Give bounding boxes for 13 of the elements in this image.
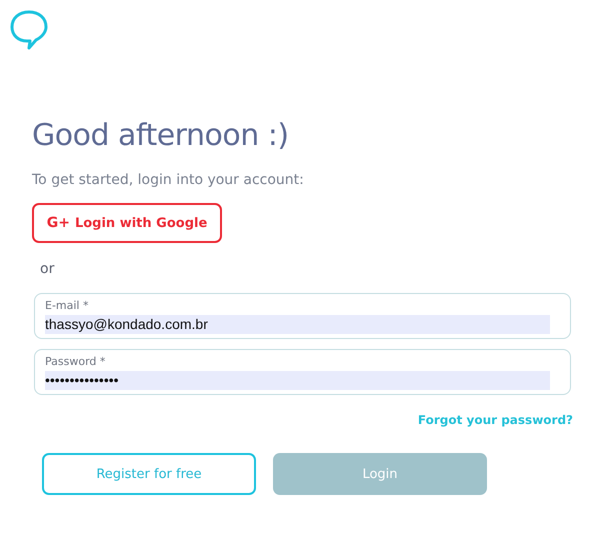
register-button[interactable]: Register for free: [42, 453, 256, 495]
google-login-button[interactable]: G+ Login with Google: [32, 203, 222, 243]
field-value: •••••••••••••••: [45, 371, 550, 390]
field-value: thassyo@kondado.com.br: [45, 315, 550, 334]
field-label: E-mail *: [45, 299, 88, 313]
input-field[interactable]: Password * •••••••••••••••: [34, 349, 571, 395]
forgot-password-link[interactable]: Forgot your password?: [418, 413, 573, 427]
or-separator: or: [40, 260, 54, 279]
field-label: Password *: [45, 355, 106, 369]
speech-bubble-logo: [10, 10, 48, 50]
greeting-heading: Good afternoon :): [32, 117, 290, 155]
input-field[interactable]: E-mail * thassyo@kondado.com.br: [34, 293, 571, 339]
instruction-text: To get started, login into your account:: [32, 171, 305, 190]
